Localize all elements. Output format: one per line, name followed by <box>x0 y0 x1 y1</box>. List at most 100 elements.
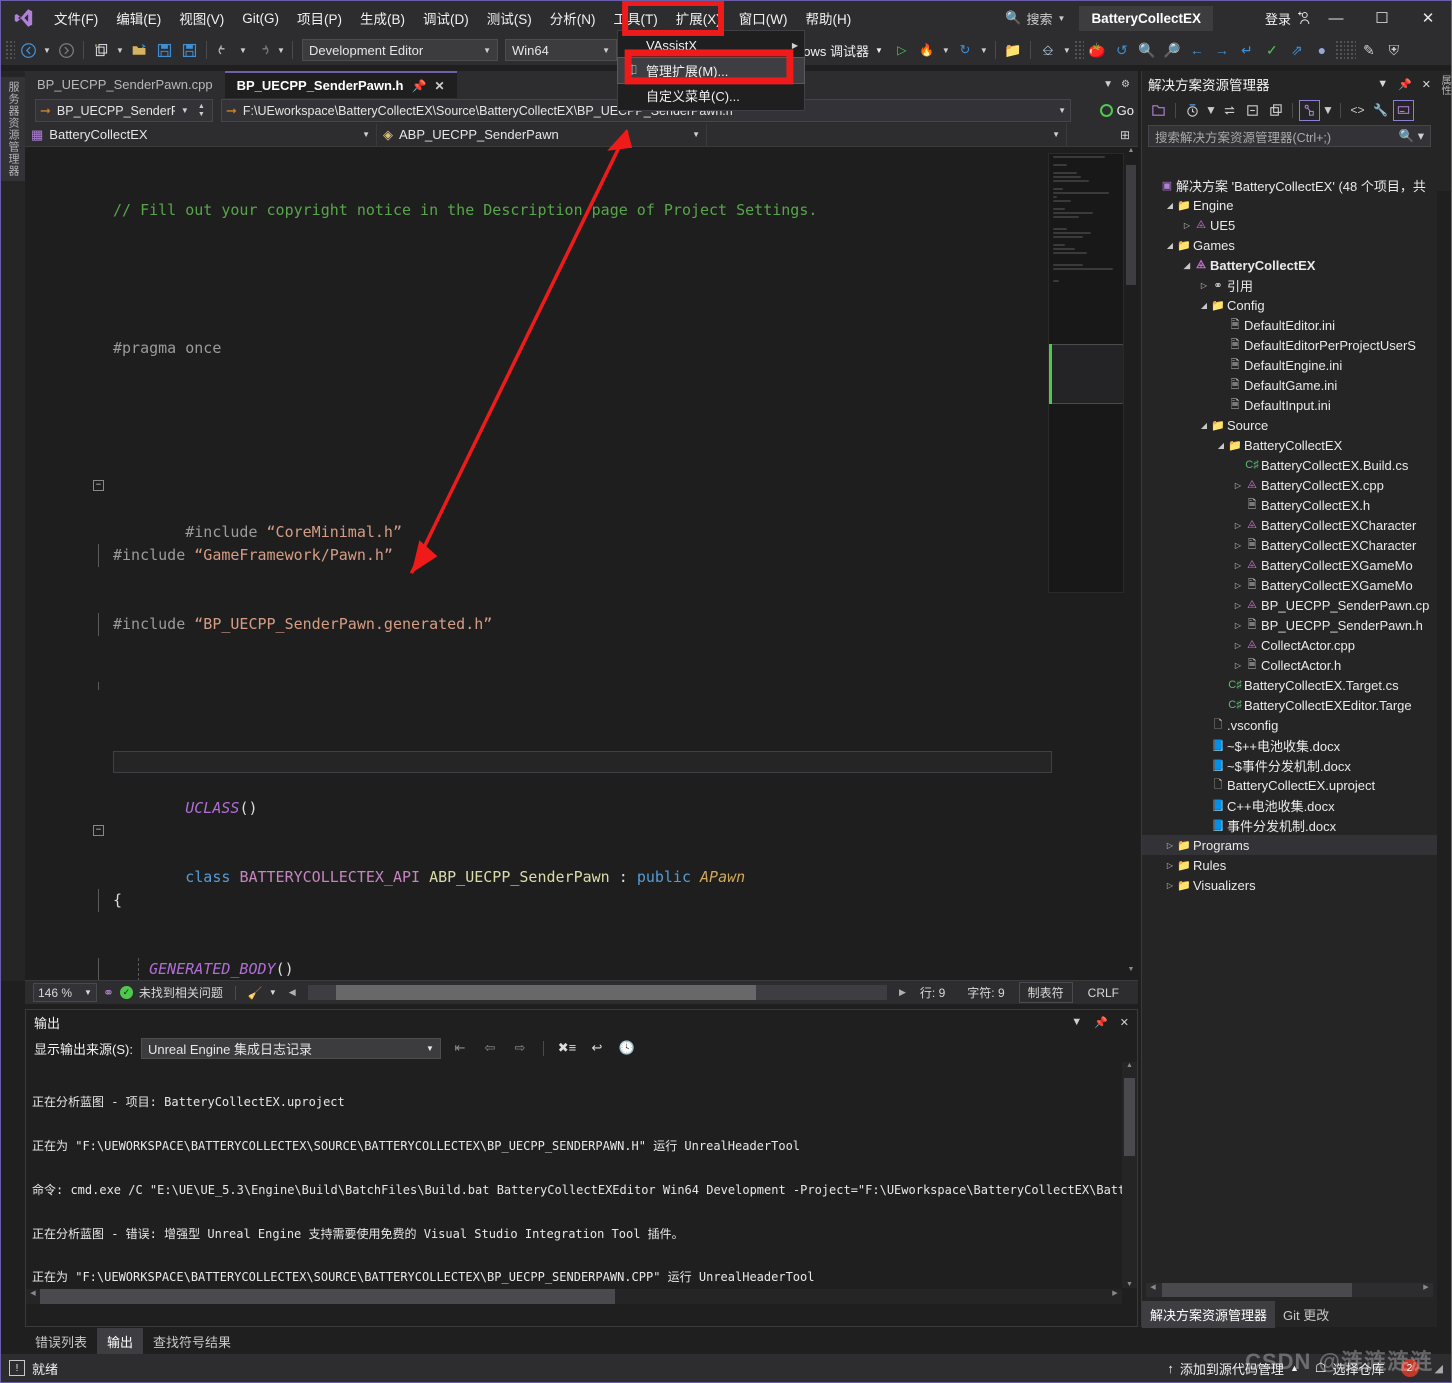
menu-view[interactable]: 视图(V) <box>170 2 233 34</box>
expander-closed-icon[interactable]: ▷ <box>1233 521 1243 530</box>
navigate-backward-caret[interactable]: ▼ <box>41 38 53 62</box>
navigate-backward-icon[interactable] <box>16 38 40 62</box>
expander-closed-icon[interactable]: ▷ <box>1165 861 1175 870</box>
resize-grip-icon[interactable]: ◢ <box>1435 1362 1443 1375</box>
save-icon[interactable] <box>152 38 176 62</box>
editor-minimap[interactable] <box>1048 153 1124 593</box>
scroll-right-icon[interactable]: ▶ <box>1108 1289 1122 1297</box>
tree-item[interactable]: ◢ 📁 Config <box>1142 295 1437 315</box>
tree-item[interactable]: ◢ 📁 BatteryCollectEX <box>1142 435 1437 455</box>
chevron-down-icon[interactable]: ▼ <box>1377 78 1388 90</box>
expander-closed-icon[interactable]: ▷ <box>1233 601 1243 610</box>
tree-item[interactable]: ▷ ⚭ 引用 <box>1142 275 1437 295</box>
tree-item[interactable]: ▷ 🗎 BatteryCollectEXGameMo <box>1142 575 1437 595</box>
expander-closed-icon[interactable]: ▷ <box>1233 541 1243 550</box>
sign-in-button[interactable]: 登录 <box>1265 9 1313 28</box>
share-icon[interactable]: ✎ <box>1357 38 1381 62</box>
expander-closed-icon[interactable]: ▷ <box>1233 661 1243 670</box>
go-to-next-icon[interactable]: ⇨ <box>509 1037 531 1059</box>
solution-configuration-combo[interactable]: Development Editor ▼ <box>302 39 498 61</box>
solution-tree[interactable]: ▣ 解决方案 'BatteryCollectEX' (48 个项目，共 ◢ 📁 Engi… <box>1142 175 1437 1283</box>
tabs-mode-indicator[interactable]: 制表符 <box>1018 982 1073 1003</box>
expander-open-icon[interactable]: ◢ <box>1165 201 1175 210</box>
close-icon[interactable]: ✕ <box>1422 78 1431 91</box>
pin-icon[interactable]: 📌 <box>412 79 427 93</box>
tree-item[interactable]: 🗎 DefaultEditor.ini <box>1142 315 1437 335</box>
solution-tree-horizontal-scrollbar[interactable]: ◀ ▶ <box>1146 1283 1433 1297</box>
output-source-combo[interactable]: Unreal Engine 集成日志记录 ▼ <box>140 1037 441 1059</box>
tab-solution-explorer[interactable]: 解决方案资源管理器 <box>1142 1300 1276 1328</box>
member-scope-combo[interactable]: ▼ <box>707 123 1067 146</box>
window-layout-icon[interactable]: ⎒ <box>1036 38 1060 62</box>
tree-item[interactable]: ▷ ⨹ BatteryCollectEXGameMo <box>1142 555 1437 575</box>
show-all-files-caret[interactable]: ▼ <box>1322 100 1334 121</box>
open-corresponding-file-icon[interactable]: ⇗ <box>1285 38 1309 62</box>
view-code-icon[interactable]: <> <box>1347 100 1368 121</box>
tab-git-changes[interactable]: Git 更改 <box>1275 1301 1337 1328</box>
go-to-previous-icon[interactable]: ⇦ <box>479 1037 501 1059</box>
tree-item[interactable]: 🗎 DefaultInput.ini <box>1142 395 1437 415</box>
pending-changes-filter-icon[interactable] <box>1182 100 1203 121</box>
tree-item[interactable]: ▷ 📁 Rules <box>1142 855 1437 875</box>
scrollbar-thumb[interactable] <box>335 985 756 1000</box>
navigate-forward-icon[interactable] <box>54 38 78 62</box>
editor-vertical-scrollbar[interactable]: ▲ ▼ <box>1124 147 1138 980</box>
scroll-left-icon[interactable]: ◀ <box>1146 1283 1160 1291</box>
hot-reload-icon[interactable]: 🔥 <box>915 38 939 62</box>
code-editor[interactable]: // Fill out your copyright notice in the… <box>25 147 1138 980</box>
filter-caret[interactable]: ▼ <box>1205 100 1217 121</box>
scroll-down-icon[interactable]: ▼ <box>1124 966 1138 980</box>
expander-closed-icon[interactable]: ▷ <box>1199 281 1209 290</box>
goto-implementation-icon[interactable]: ↵ <box>1235 38 1259 62</box>
show-all-files-icon[interactable] <box>1299 99 1320 121</box>
tree-item[interactable]: ▷ 🗎 BatteryCollectEXCharacter <box>1142 535 1437 555</box>
zoom-level-combo[interactable]: 146 % ▼ <box>33 983 97 1002</box>
expander-open-icon[interactable]: ◢ <box>1165 241 1175 250</box>
output-vertical-scrollbar[interactable]: ▲ ▼ <box>1122 1062 1137 1288</box>
menu-item-vassistx[interactable]: VAssistX ▶ <box>618 33 804 58</box>
menu-item-customize-menu[interactable]: 自定义菜单(C)... <box>618 83 804 108</box>
tree-item[interactable]: 🗎 DefaultEngine.ini <box>1142 355 1437 375</box>
toolbar-grip-4[interactable] <box>1345 40 1356 60</box>
menu-help[interactable]: 帮助(H) <box>796 2 860 34</box>
tree-item[interactable]: ▷ 📁 Programs <box>1142 835 1437 855</box>
open-file-icon[interactable] <box>127 38 151 62</box>
eol-indicator[interactable]: CRLF <box>1079 984 1128 1002</box>
pin-icon[interactable]: 📌 <box>1094 1016 1108 1029</box>
tree-item[interactable]: 🗋 .vsconfig <box>1142 715 1437 735</box>
clear-all-icon[interactable]: ✖≡ <box>556 1037 578 1059</box>
properties-tab[interactable]: 属性 <box>1435 71 1451 99</box>
search-icon[interactable]: 🔍 ▾ <box>1399 128 1424 144</box>
expander-open-icon[interactable]: ◢ <box>1199 421 1209 430</box>
split-view-icon[interactable]: ⊞ <box>1120 128 1138 142</box>
panel-tab-error-list[interactable]: 错误列表 <box>25 1328 97 1355</box>
toolbar-grip[interactable] <box>5 40 15 60</box>
menu-test[interactable]: 测试(S) <box>478 2 541 34</box>
scrollbar-thumb[interactable] <box>1124 1078 1135 1156</box>
tree-item[interactable]: ▷ 📁 Visualizers <box>1142 875 1437 895</box>
unreal-tools-icon[interactable]: 🍅 <box>1085 38 1109 62</box>
spellcheck-icon[interactable]: ✓ <box>1260 38 1284 62</box>
expander-closed-icon[interactable]: ▷ <box>1165 841 1175 850</box>
expander-open-icon[interactable]: ◢ <box>1216 441 1226 450</box>
scroll-down-icon[interactable]: ▼ <box>1122 1281 1137 1288</box>
tree-item[interactable]: C♯ BatteryCollectEX.Target.cs <box>1142 675 1437 695</box>
file-spinner[interactable]: ▲ ▼ <box>195 103 208 118</box>
tree-item[interactable]: ▷ ⨹ CollectActor.cpp <box>1142 635 1437 655</box>
panel-tab-output[interactable]: 输出 <box>97 1327 144 1355</box>
tree-item[interactable]: 🗎 BatteryCollectEX.h <box>1142 495 1437 515</box>
expander-closed-icon[interactable]: ▷ <box>1233 621 1243 630</box>
tree-item[interactable]: 🗋 BatteryCollectEX.uproject <box>1142 775 1437 795</box>
tree-item[interactable]: ◢ ⨹ BatteryCollectEX <box>1142 255 1437 275</box>
menu-debug[interactable]: 调试(D) <box>414 2 478 34</box>
scroll-up-icon[interactable]: ▲ <box>1122 1062 1137 1069</box>
minimap-viewport[interactable] <box>1049 344 1123 404</box>
scroll-right-icon[interactable]: ▶ <box>899 987 906 998</box>
expander-closed-icon[interactable]: ▷ <box>1165 881 1175 890</box>
close-icon[interactable]: ✕ <box>1120 1016 1129 1029</box>
scroll-left-icon[interactable]: ◀ <box>26 1289 40 1297</box>
undo-caret[interactable]: ▼ <box>237 38 249 62</box>
output-horizontal-scrollbar[interactable]: ◀ ▶ <box>26 1289 1122 1304</box>
tree-item[interactable]: ◢ 📁 Engine <box>1142 195 1437 215</box>
active-file-combo[interactable]: ➞ BP_UECPP_SenderPawn.h ▼ ▲▼ <box>35 99 213 122</box>
